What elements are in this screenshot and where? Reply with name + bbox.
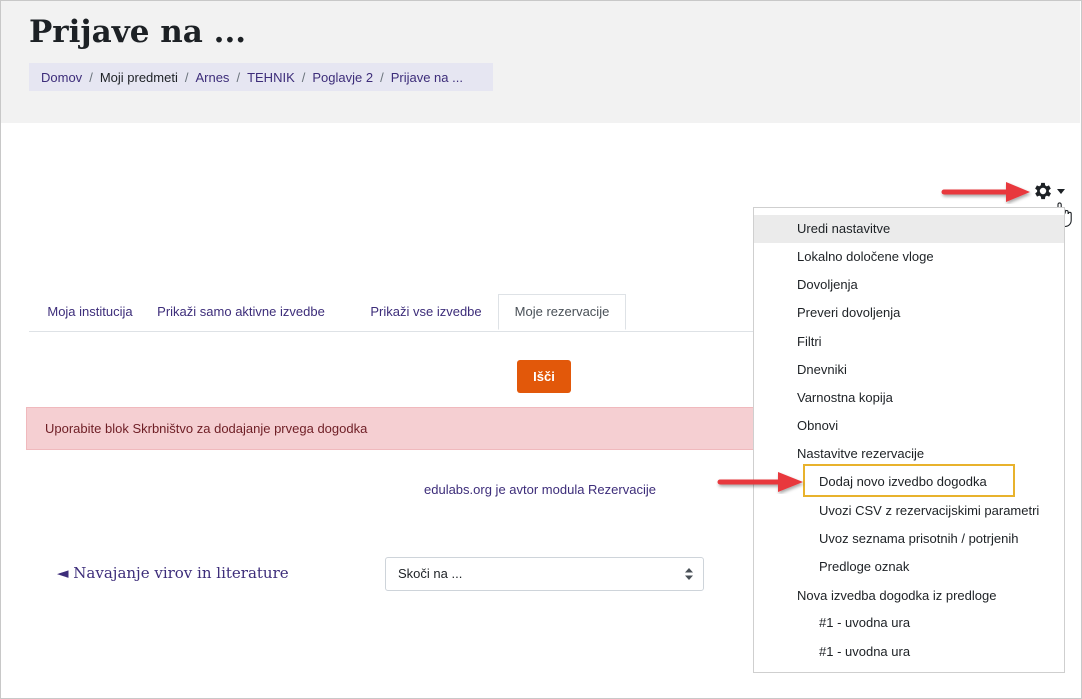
gear-icon[interactable]: [1032, 180, 1054, 202]
breadcrumb-separator: /: [380, 69, 384, 85]
annotation-arrow-menu-item: [717, 472, 803, 492]
menu-item-uvoz-prisotnih[interactable]: Uvoz seznama prisotnih / potrjenih: [754, 525, 1064, 553]
tab-moje-rezervacije[interactable]: Moje rezervacije: [498, 294, 626, 330]
breadcrumb-item-tehnik[interactable]: TEHNIK: [247, 70, 295, 85]
breadcrumb-item-moji-predmeti: Moji predmeti: [99, 69, 178, 85]
breadcrumb-separator: /: [89, 69, 93, 85]
menu-item-nova-izvedba-iz-predloge[interactable]: Nova izvedba dogodka iz predloge: [754, 582, 1064, 610]
alert-message: Uporabite blok Skrbništvo za dodajanje p…: [26, 407, 754, 450]
menu-item-filtri[interactable]: Filtri: [754, 328, 1064, 356]
chevron-down-icon[interactable]: [1057, 189, 1065, 194]
menu-item-dnevniki[interactable]: Dnevniki: [754, 356, 1064, 384]
actions-dropdown-menu: Uredi nastavitve Lokalno določene vloge …: [753, 207, 1065, 673]
tab-bar: Moja institucija Prikaži samo aktivne iz…: [29, 294, 757, 332]
select-arrows-icon: [685, 568, 693, 580]
menu-item-predloge-oznak[interactable]: Predloge oznak: [754, 553, 1064, 581]
menu-item-predloga-1[interactable]: #1 - uvodna ura: [754, 609, 1064, 637]
jump-to-select[interactable]: Skoči na ...: [385, 557, 704, 591]
breadcrumb-separator: /: [184, 69, 189, 85]
menu-item-varnostna-kopija[interactable]: Varnostna kopija: [754, 384, 1064, 412]
module-credit-link[interactable]: edulabs.org je avtor modula Rezervacije: [424, 482, 656, 497]
jump-to-value: Skoči na ...: [398, 566, 463, 581]
breadcrumb-item-poglavje[interactable]: Poglavje 2: [312, 70, 373, 85]
menu-item-lokalne-vloge[interactable]: Lokalno določene vloge: [754, 243, 1064, 271]
previous-activity-link[interactable]: ◄ Navajanje virov in literature: [57, 564, 289, 582]
search-button[interactable]: Išči: [517, 360, 571, 393]
breadcrumb-item-arnes[interactable]: Arnes: [195, 70, 229, 85]
page-title: Prijave na ...: [29, 14, 247, 50]
annotation-arrow-gear: [941, 182, 1030, 202]
highlight-box: [803, 464, 1015, 497]
breadcrumb-separator: /: [301, 69, 306, 85]
menu-item-obnovi[interactable]: Obnovi: [754, 412, 1064, 440]
menu-item-preveri-dovoljenja[interactable]: Preveri dovoljenja: [754, 299, 1064, 327]
tab-vse-izvedbe[interactable]: Prikaži vse izvedbe: [355, 294, 497, 330]
tab-aktivne-izvedbe[interactable]: Prikaži samo aktivne izvedbe: [151, 294, 331, 330]
menu-item-uredi-nastavitve[interactable]: Uredi nastavitve: [754, 215, 1064, 243]
menu-item-dovoljenja[interactable]: Dovoljenja: [754, 271, 1064, 299]
breadcrumb-separator: /: [236, 69, 241, 85]
menu-item-predloga-2[interactable]: #1 - uvodna ura: [754, 638, 1064, 666]
breadcrumb-item-prijave[interactable]: Prijave na ...: [391, 70, 463, 85]
tab-moja-institucija[interactable]: Moja institucija: [29, 294, 151, 330]
menu-item-uvozi-csv[interactable]: Uvozi CSV z rezervacijskimi parametri: [754, 497, 1064, 525]
breadcrumb-item-domov[interactable]: Domov: [41, 70, 82, 85]
breadcrumb: Domov / Moji predmeti / Arnes / TEHNIK /…: [29, 63, 493, 91]
